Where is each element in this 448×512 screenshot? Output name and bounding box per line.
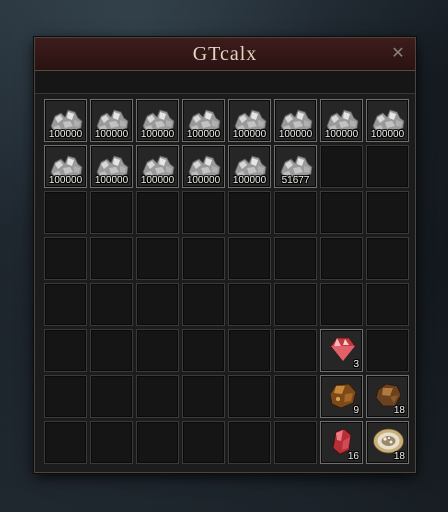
close-icon[interactable]: ✕	[389, 44, 407, 62]
item-quantity: 100000	[94, 129, 129, 140]
inventory-slot[interactable]: 100000	[182, 99, 225, 142]
item-quantity: 18	[393, 451, 405, 462]
inventory-slot[interactable]	[44, 191, 87, 234]
item-quantity: 3	[353, 359, 359, 370]
inventory-slot[interactable]	[182, 191, 225, 234]
item-quantity: 100000	[140, 129, 175, 140]
inventory-slot[interactable]	[274, 191, 317, 234]
inventory-slot[interactable]	[136, 375, 179, 418]
inventory-slot[interactable]	[274, 329, 317, 372]
inventory-slot[interactable]: 9	[320, 375, 363, 418]
inventory-slot[interactable]	[274, 283, 317, 326]
inventory-slot[interactable]	[366, 191, 409, 234]
inventory-slot[interactable]	[182, 329, 225, 372]
item-quantity: 100000	[186, 175, 221, 186]
inventory-slot[interactable]	[182, 283, 225, 326]
inventory-slot[interactable]	[44, 421, 87, 464]
inventory-slot[interactable]	[44, 375, 87, 418]
item-quantity: 18	[393, 405, 405, 416]
inventory-slot[interactable]	[136, 191, 179, 234]
item-quantity: 100000	[278, 129, 313, 140]
inventory-slot[interactable]	[182, 375, 225, 418]
inventory-window: GTcalx ✕ 100000 100000 100000 100000 100…	[34, 37, 416, 473]
inventory-slot[interactable]: 100000	[320, 99, 363, 142]
inventory-slot[interactable]: 100000	[90, 99, 133, 142]
inventory-slot[interactable]	[274, 375, 317, 418]
inventory-slot[interactable]	[228, 421, 271, 464]
inventory-slot[interactable]: 18	[366, 375, 409, 418]
item-quantity: 9	[353, 405, 359, 416]
item-quantity: 100000	[186, 129, 221, 140]
inventory-slot[interactable]: 3	[320, 329, 363, 372]
inventory-slot[interactable]	[274, 237, 317, 280]
inventory-slot[interactable]	[320, 191, 363, 234]
window-subbar	[35, 71, 415, 94]
inventory-slot[interactable]	[228, 191, 271, 234]
inventory-slot[interactable]: 100000	[44, 99, 87, 142]
item-quantity: 100000	[48, 175, 83, 186]
inventory-slot[interactable]: 18	[366, 421, 409, 464]
item-quantity: 100000	[232, 175, 267, 186]
inventory-slot[interactable]: 100000	[228, 145, 271, 188]
inventory-slot[interactable]	[274, 421, 317, 464]
inventory-slot[interactable]	[228, 283, 271, 326]
inventory-slot[interactable]	[182, 421, 225, 464]
window-title: GTcalx	[192, 43, 258, 65]
inventory-slot[interactable]	[320, 283, 363, 326]
inventory-slot[interactable]	[90, 283, 133, 326]
inventory-slot[interactable]	[228, 329, 271, 372]
inventory-slot[interactable]	[136, 283, 179, 326]
inventory-slot[interactable]	[182, 237, 225, 280]
inventory-slot[interactable]	[44, 329, 87, 372]
inventory-slot[interactable]: 100000	[228, 99, 271, 142]
inventory-slot[interactable]	[366, 237, 409, 280]
inventory-slot[interactable]	[90, 237, 133, 280]
inventory-slot[interactable]	[366, 145, 409, 188]
inventory-grid: 100000 100000 100000 100000 100000 10000…	[44, 99, 409, 464]
item-quantity: 100000	[324, 129, 359, 140]
inventory-slot[interactable]	[366, 283, 409, 326]
window-titlebar[interactable]: GTcalx ✕	[35, 38, 415, 71]
item-quantity: 100000	[232, 129, 267, 140]
item-quantity: 100000	[140, 175, 175, 186]
item-quantity: 16	[347, 451, 359, 462]
inventory-slot[interactable]: 51677	[274, 145, 317, 188]
inventory-slot[interactable]: 16	[320, 421, 363, 464]
inventory-slot[interactable]: 100000	[136, 145, 179, 188]
item-quantity: 51677	[281, 175, 310, 186]
inventory-slot[interactable]	[90, 375, 133, 418]
item-quantity: 100000	[370, 129, 405, 140]
inventory-slot[interactable]	[320, 145, 363, 188]
inventory-slot[interactable]	[228, 237, 271, 280]
inventory-slot[interactable]	[44, 283, 87, 326]
item-quantity: 100000	[94, 175, 129, 186]
inventory-slot[interactable]	[228, 375, 271, 418]
inventory-slot[interactable]: 100000	[366, 99, 409, 142]
inventory-slot[interactable]	[136, 237, 179, 280]
inventory-slot[interactable]	[44, 237, 87, 280]
inventory-slot[interactable]: 100000	[182, 145, 225, 188]
inventory-slot[interactable]	[136, 329, 179, 372]
inventory-slot[interactable]	[366, 329, 409, 372]
inventory-slot[interactable]: 100000	[136, 99, 179, 142]
inventory-slot[interactable]: 100000	[274, 99, 317, 142]
inventory-slot[interactable]	[136, 421, 179, 464]
inventory-slot[interactable]	[320, 237, 363, 280]
inventory-slot[interactable]	[90, 329, 133, 372]
inventory-slot[interactable]: 100000	[44, 145, 87, 188]
inventory-slot[interactable]	[90, 421, 133, 464]
inventory-slot[interactable]: 100000	[90, 145, 133, 188]
inventory-slot[interactable]	[90, 191, 133, 234]
item-quantity: 100000	[48, 129, 83, 140]
